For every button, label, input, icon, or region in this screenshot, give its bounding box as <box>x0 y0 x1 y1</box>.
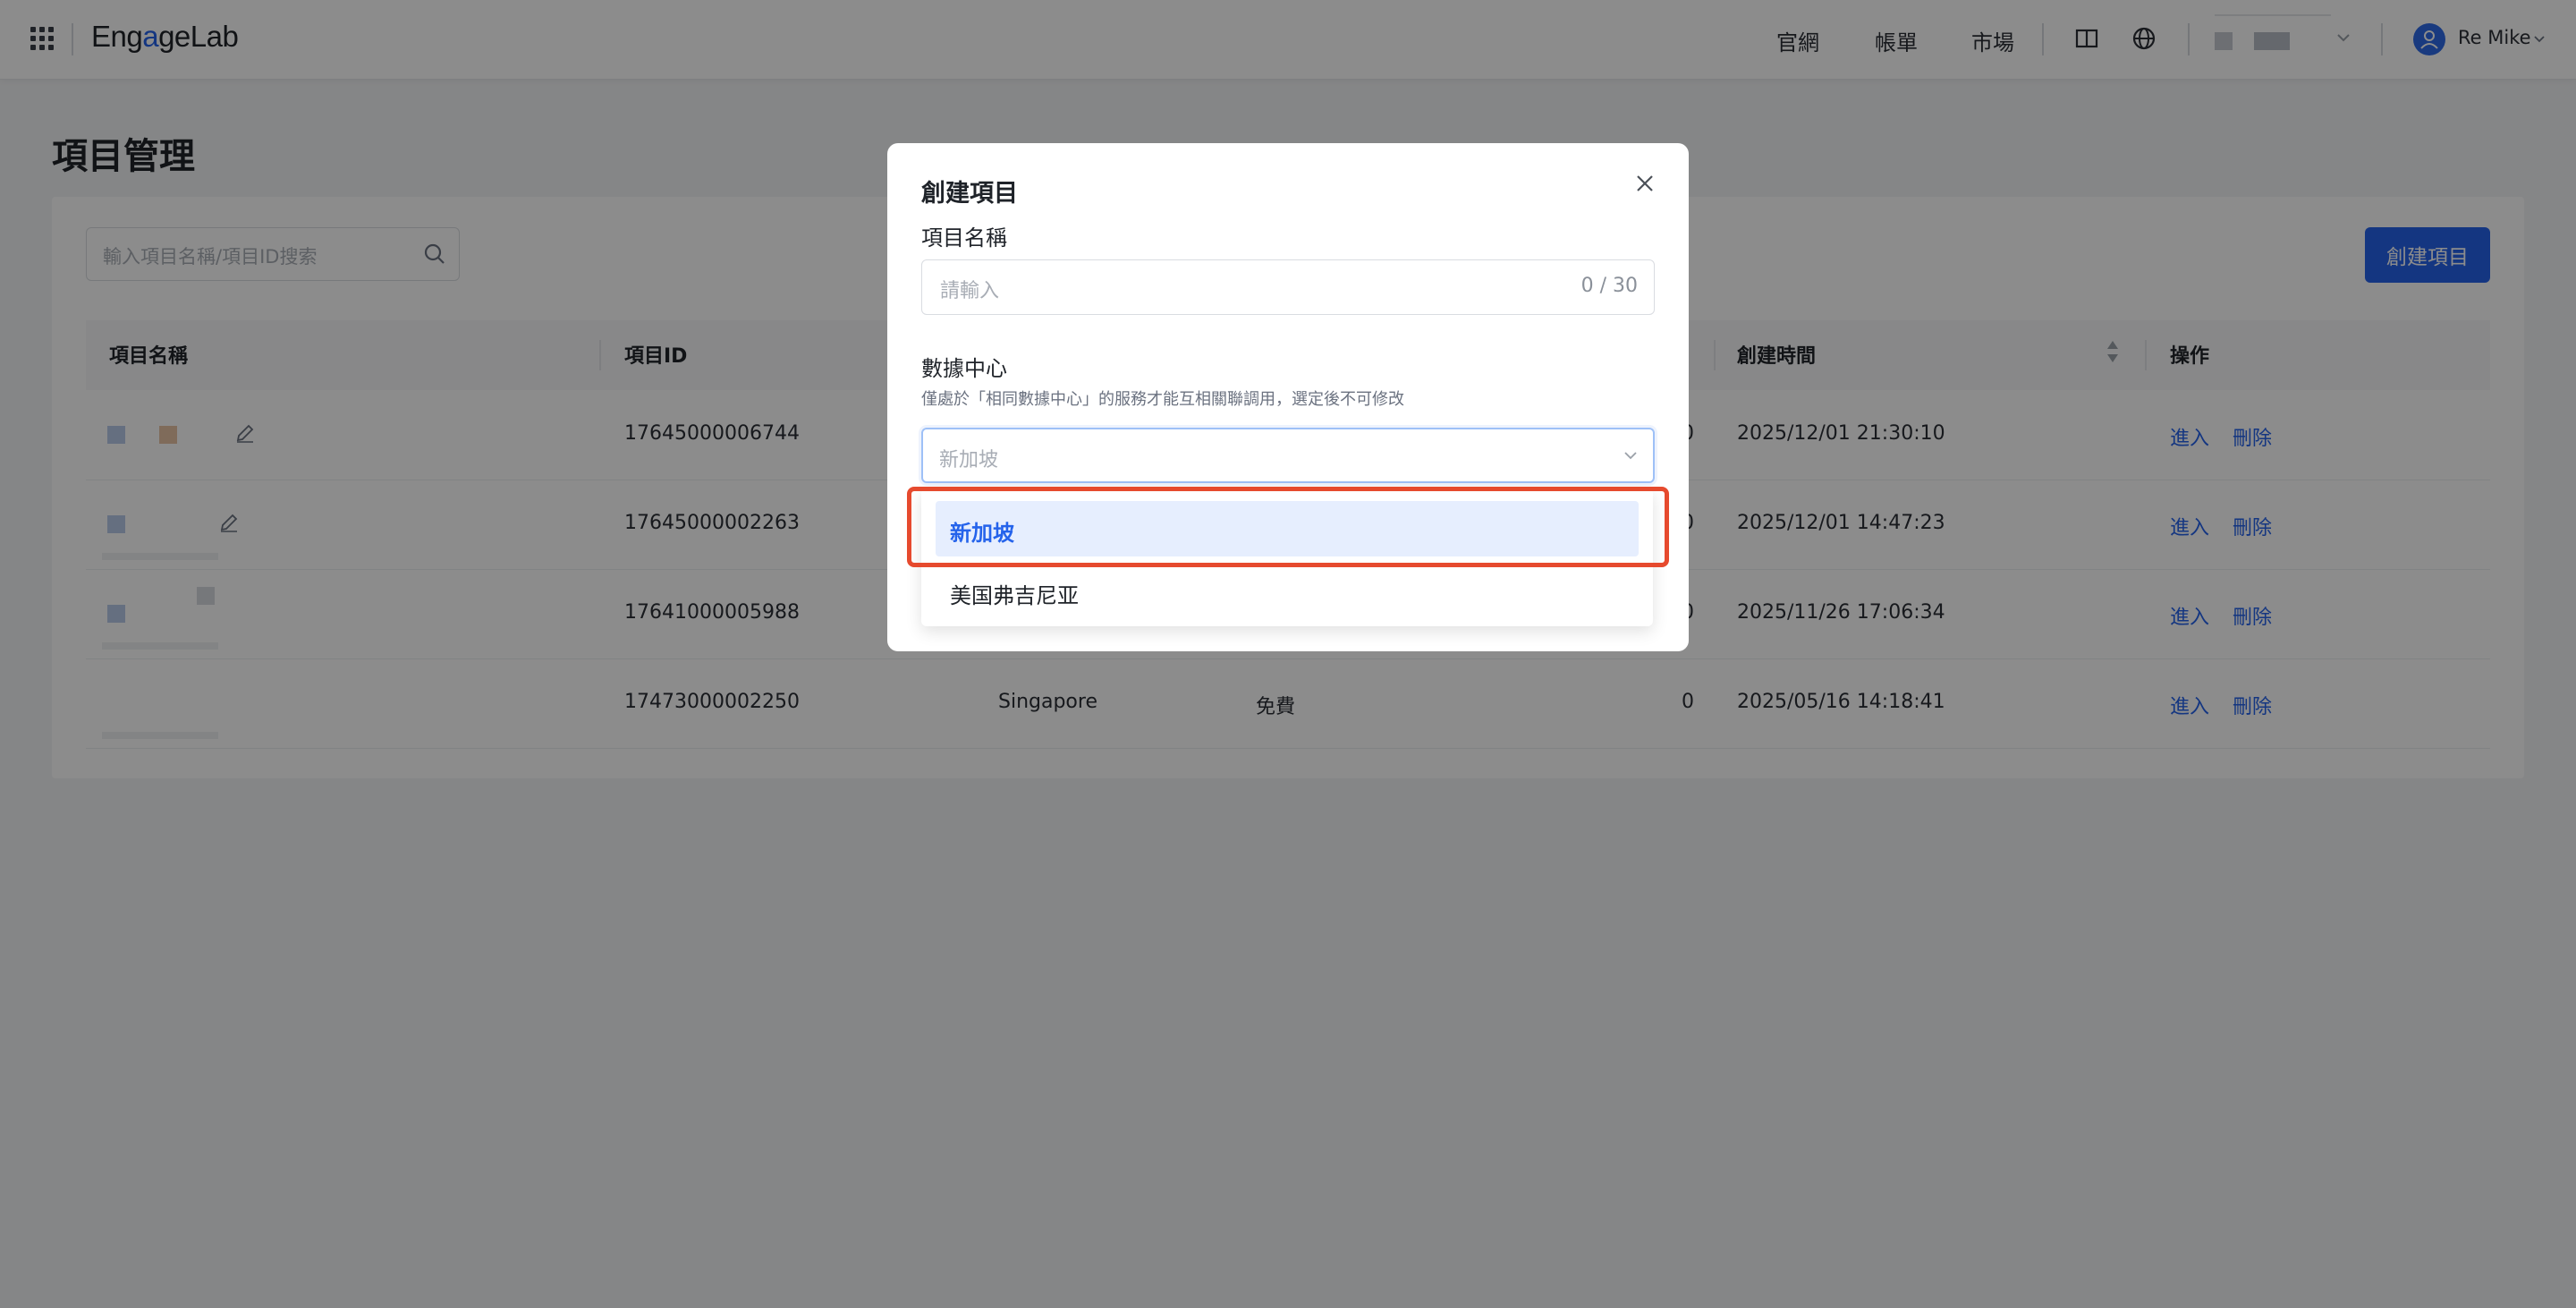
highlight-annotation-box <box>907 487 1669 567</box>
close-icon[interactable] <box>1631 170 1658 197</box>
data-center-label: 數據中心 <box>921 356 1007 381</box>
chevron-down-icon[interactable] <box>1621 446 1640 465</box>
modal-title: 創建項目 <box>921 180 1018 208</box>
character-counter: 0 / 30 <box>1580 275 1638 297</box>
data-center-hint: 僅處於「相同數據中心」的服務才能互相關聯調用，選定後不可修改 <box>921 390 1404 409</box>
data-center-select[interactable]: 新加坡 <box>921 428 1655 483</box>
project-name-input[interactable]: 請輸入 0 / 30 <box>921 259 1655 315</box>
project-name-placeholder: 請輸入 <box>940 280 1000 302</box>
project-name-label: 項目名稱 <box>921 225 1007 251</box>
data-center-selected-value: 新加坡 <box>939 449 999 471</box>
option-us-virginia[interactable]: 美国弗吉尼亚 <box>950 578 1079 609</box>
